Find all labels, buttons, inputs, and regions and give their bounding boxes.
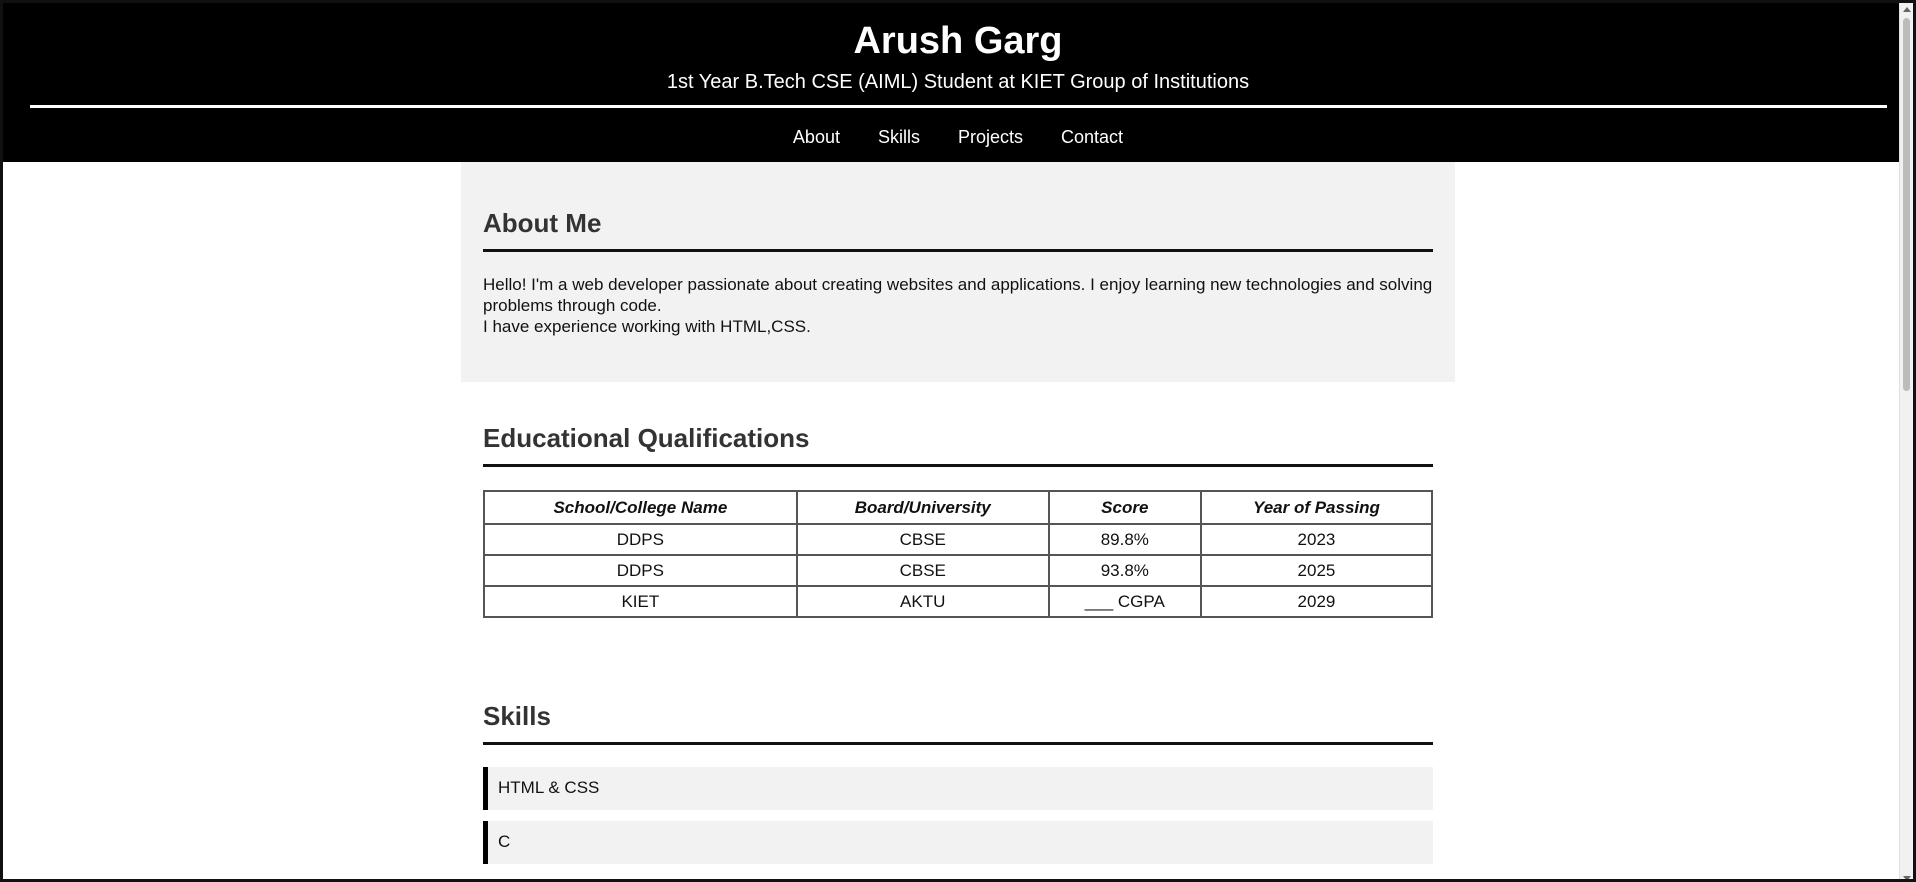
table-header-row: School/College Name Board/University Sco… xyxy=(483,490,1434,525)
column-header-score: Score xyxy=(1047,490,1202,525)
scrollbar-thumb[interactable] xyxy=(1903,18,1910,391)
table-cell-score: 93.8% xyxy=(1047,554,1202,587)
column-header-year: Year of Passing xyxy=(1199,490,1434,525)
skill-item-html-css: HTML & CSS xyxy=(483,767,1433,810)
table-cell-school: DDPS xyxy=(483,523,798,556)
header-divider xyxy=(29,105,1887,108)
table-cell-score: 89.8% xyxy=(1047,523,1202,556)
education-heading: Educational Qualifications xyxy=(483,422,1433,467)
about-text: Hello! I'm a web developer passionate ab… xyxy=(483,274,1433,337)
nav-link-contact[interactable]: Contact xyxy=(1061,126,1123,148)
table-cell-score: ___ CGPA xyxy=(1047,585,1202,618)
nav-link-about[interactable]: About xyxy=(793,126,840,148)
table-row: DDPS CBSE 89.8% 2023 xyxy=(483,523,1434,556)
skills-section: Skills HTML & CSS C xyxy=(461,618,1455,864)
column-header-board: Board/University xyxy=(795,490,1050,525)
about-line-1: Hello! I'm a web developer passionate ab… xyxy=(483,275,1433,315)
skills-heading: Skills xyxy=(483,700,1433,745)
table-cell-school: KIET xyxy=(483,585,798,618)
table-row: DDPS CBSE 93.8% 2025 xyxy=(483,554,1434,587)
nav-link-skills[interactable]: Skills xyxy=(878,126,920,148)
table-cell-board: AKTU xyxy=(795,585,1050,618)
scroll-up-arrow-icon[interactable] xyxy=(1903,7,1911,12)
nav-link-projects[interactable]: Projects xyxy=(958,126,1023,148)
scroll-down-arrow-icon[interactable] xyxy=(1903,876,1911,879)
main-navigation: About Skills Projects Contact xyxy=(3,126,1913,148)
table-cell-year: 2023 xyxy=(1199,523,1434,556)
site-title: Arush Garg xyxy=(853,20,1063,62)
browser-viewport: Arush Garg 1st Year B.Tech CSE (AIML) St… xyxy=(0,0,1916,882)
vertical-scrollbar[interactable] xyxy=(1899,3,1913,879)
about-heading: About Me xyxy=(483,207,1433,252)
education-table: School/College Name Board/University Sco… xyxy=(483,490,1434,618)
table-row: KIET AKTU ___ CGPA 2029 xyxy=(483,585,1434,618)
skill-item-c: C xyxy=(483,821,1433,864)
column-header-school: School/College Name xyxy=(483,490,798,525)
table-cell-board: CBSE xyxy=(795,523,1050,556)
page-header: Arush Garg 1st Year B.Tech CSE (AIML) St… xyxy=(3,3,1913,162)
about-section: About Me Hello! I'm a web developer pass… xyxy=(461,162,1455,382)
table-cell-board: CBSE xyxy=(795,554,1050,587)
about-line-2: I have experience working with HTML,CSS. xyxy=(483,317,811,336)
table-cell-year: 2029 xyxy=(1199,585,1434,618)
education-section: Educational Qualifications School/Colleg… xyxy=(461,382,1455,618)
site-subtitle: 1st Year B.Tech CSE (AIML) Student at KI… xyxy=(666,71,1250,93)
table-cell-school: DDPS xyxy=(483,554,798,587)
table-cell-year: 2025 xyxy=(1199,554,1434,587)
main-content: About Me Hello! I'm a web developer pass… xyxy=(461,162,1455,864)
